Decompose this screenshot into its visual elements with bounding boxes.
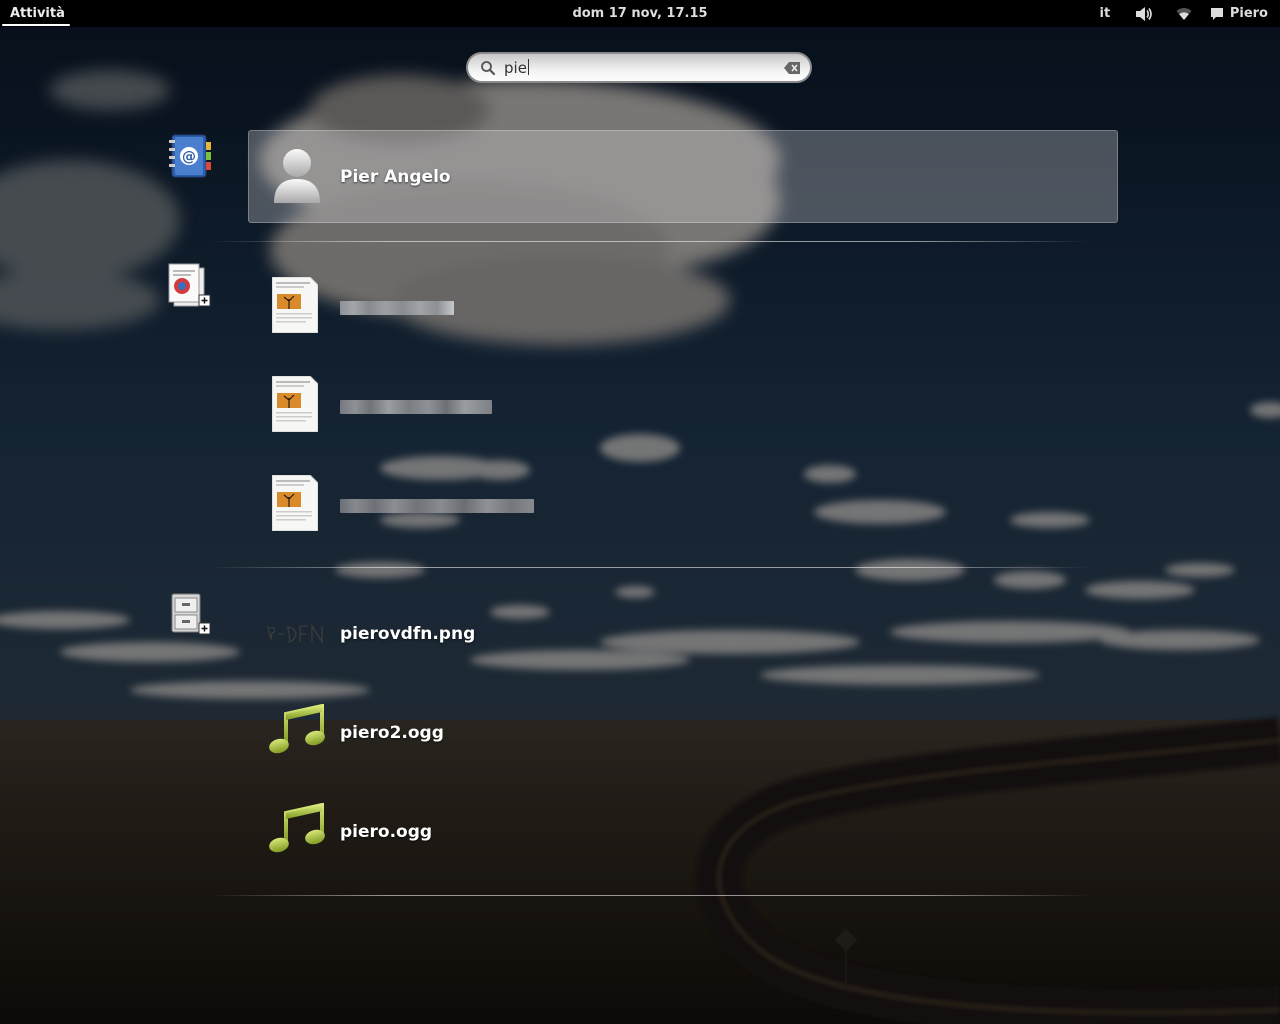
search-icon (481, 61, 496, 76)
document-thumbnail (272, 277, 318, 333)
section-divider (210, 567, 1090, 568)
file-cabinet-icon[interactable] (166, 590, 212, 638)
volume-icon (1135, 6, 1152, 21)
redacted-document-title (340, 301, 454, 315)
documents-app-icon[interactable] (166, 262, 212, 310)
file-name: pierovdfn.png (340, 624, 476, 644)
volume-menu-button[interactable] (1124, 0, 1164, 27)
wifi-icon (1176, 7, 1192, 20)
language-label: it (1099, 6, 1111, 21)
address-book-icon[interactable]: @ (166, 132, 212, 180)
avatar-icon (274, 149, 320, 203)
section-divider (210, 895, 1090, 896)
document-thumbnail (272, 376, 318, 432)
user-name: Piero (1229, 6, 1268, 21)
search-query-text: pie (504, 59, 527, 77)
file-result-pierovdfn-png[interactable]: pierovdfn.png (262, 604, 862, 674)
document-thumbnail (272, 475, 318, 531)
document-result-1[interactable] (262, 277, 862, 347)
signature-image-thumbnail (267, 623, 323, 645)
network-menu-button[interactable] (1164, 0, 1204, 27)
redacted-document-title (340, 499, 534, 513)
user-menu-button[interactable]: Piero (1204, 0, 1280, 27)
music-note-icon (269, 704, 325, 754)
file-result-piero-ogg[interactable]: piero.ogg (262, 803, 862, 873)
chat-icon (1210, 7, 1223, 20)
document-result-3[interactable] (262, 475, 862, 545)
file-result-piero2-ogg[interactable]: piero2.ogg (262, 704, 862, 774)
top-bar: Attività dom 17 nov, 17.15 it Piero (0, 0, 1280, 27)
contact-result-pier-angelo[interactable]: Pier Angelo (248, 130, 1118, 223)
section-divider (210, 241, 1090, 242)
music-note-icon (269, 803, 325, 853)
keyboard-language-indicator[interactable]: it (1086, 0, 1124, 27)
clear-icon[interactable] (784, 62, 800, 74)
activities-active-indicator (2, 24, 70, 26)
document-result-2[interactable] (262, 376, 862, 446)
clock-button[interactable]: dom 17 nov, 17.15 (572, 6, 707, 21)
activities-button[interactable]: Attività (0, 0, 75, 27)
svg-text:@: @ (182, 149, 196, 165)
file-name: piero2.ogg (340, 723, 444, 743)
contact-name: Pier Angelo (340, 167, 451, 187)
system-tray: it Piero (1086, 0, 1280, 27)
redacted-document-title (340, 400, 492, 414)
file-name: piero.ogg (340, 822, 433, 842)
search-input[interactable]: pie (466, 52, 812, 83)
activities-label: Attività (10, 6, 65, 21)
